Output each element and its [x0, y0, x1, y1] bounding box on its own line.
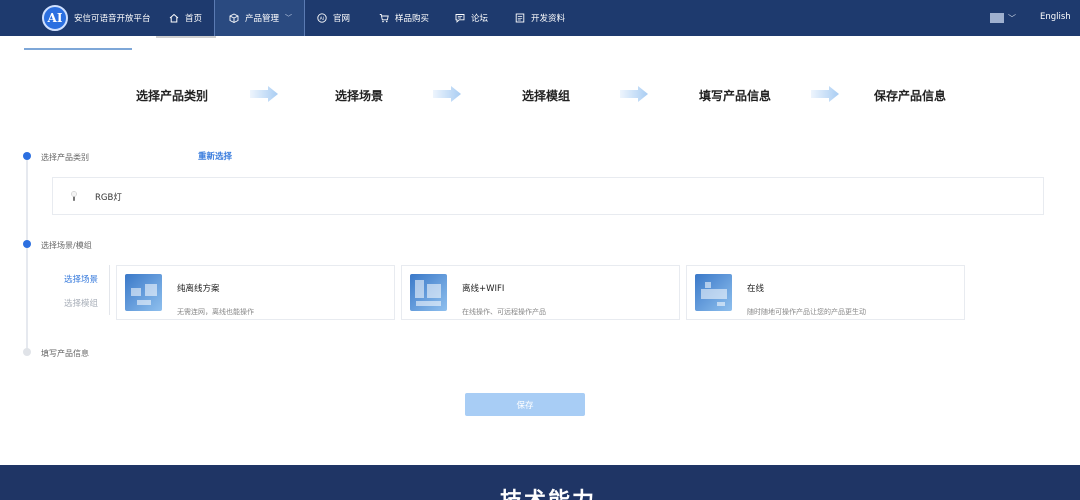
language-flag-icon[interactable] [990, 13, 1004, 23]
nav-home-label: 首页 [185, 14, 203, 24]
tab-select-module[interactable]: 选择模组 [64, 297, 98, 309]
footer: 技术能力 [0, 465, 1080, 500]
page: AI 安信可语音开放平台 首页 产品管理 ﹀ AI 官网 样品购买 论坛 开发资… [0, 0, 1080, 500]
timeline-dot-active [23, 240, 31, 248]
tab-underline [24, 48, 132, 50]
timeline-dot-active [23, 152, 31, 160]
nav-home[interactable]: 首页 [169, 0, 202, 36]
timeline-dot-inactive [23, 348, 31, 356]
nav-dev-docs-label: 开发资料 [531, 14, 566, 24]
scene-offline-image [125, 274, 162, 311]
arrow-right-icon [250, 86, 278, 102]
section-label-category: 选择产品类别 [41, 153, 89, 162]
scene-online-image [695, 274, 732, 311]
tab-select-scene[interactable]: 选择场景 [64, 273, 98, 285]
scene-desc: 无需连网，离线也能操作 [177, 308, 254, 316]
scene-title: 在线 [747, 284, 765, 294]
top-nav: AI 安信可语音开放平台 首页 产品管理 ﹀ AI 官网 样品购买 论坛 开发资… [0, 0, 1080, 36]
scene-desc: 在线操作、可远程操作产品 [462, 308, 546, 316]
section-label-scene: 选择场景/模组 [41, 241, 92, 250]
scene-title: 离线+WIFI [462, 284, 505, 294]
nav-official-site-label: 官网 [333, 14, 351, 24]
chevron-down-icon: ﹀ [285, 14, 293, 22]
nav-product-management[interactable]: 产品管理 ﹀ [214, 0, 305, 36]
arrow-right-icon [433, 86, 461, 102]
nav-official-site[interactable]: AI 官网 [317, 0, 350, 36]
home-icon [169, 13, 179, 23]
bulb-icon [71, 191, 77, 201]
nav-sample-purchase-label: 样品购买 [395, 14, 430, 24]
category-name: RGB灯 [95, 193, 122, 203]
arrow-right-icon [811, 86, 839, 102]
nav-product-management-label: 产品管理 [245, 14, 280, 24]
footer-title: 技术能力 [500, 483, 596, 500]
step-save-info: 保存产品信息 [874, 89, 947, 103]
english-language-link[interactable]: English [1040, 12, 1071, 22]
box-icon [229, 13, 239, 23]
nav-forum-label: 论坛 [471, 14, 489, 24]
scene-offline-wifi-image [410, 274, 447, 311]
chevron-down-icon[interactable]: ﹀ [1008, 13, 1016, 24]
section-label-info: 填写产品信息 [41, 349, 89, 358]
step-select-module: 选择模组 [522, 89, 571, 103]
brand-name: 安信可语音开放平台 [74, 14, 151, 24]
ai-circle-icon: AI [317, 13, 327, 23]
step-fill-info: 填写产品信息 [699, 89, 772, 103]
scene-card-offline-wifi[interactable]: 离线+WIFI 在线操作、可远程操作产品 [401, 265, 680, 320]
document-icon [515, 13, 525, 23]
tab-indicator [156, 36, 216, 38]
nav-forum[interactable]: 论坛 [455, 0, 488, 36]
save-button[interactable]: 保存 [465, 393, 585, 416]
arrow-right-icon [620, 86, 648, 102]
scene-title: 纯离线方案 [177, 284, 220, 294]
side-divider [109, 265, 110, 315]
selected-category-card[interactable]: RGB灯 [52, 177, 1044, 215]
scene-desc: 随时随地可操作产品让您的产品更生动 [747, 308, 866, 316]
scene-card-online[interactable]: 在线 随时随地可操作产品让您的产品更生动 [686, 265, 965, 320]
step-select-scene: 选择场景 [335, 89, 384, 103]
cart-icon [379, 14, 389, 23]
timeline-line [26, 160, 28, 350]
reselect-link[interactable]: 重新选择 [198, 150, 232, 162]
chat-icon [455, 14, 465, 23]
nav-sample-purchase[interactable]: 样品购买 [379, 0, 429, 36]
logo-icon[interactable]: AI [42, 5, 68, 31]
svg-text:AI: AI [320, 16, 324, 22]
scene-card-offline[interactable]: 纯离线方案 无需连网，离线也能操作 [116, 265, 395, 320]
step-select-category: 选择产品类别 [136, 89, 209, 103]
nav-dev-docs[interactable]: 开发资料 [515, 0, 565, 36]
